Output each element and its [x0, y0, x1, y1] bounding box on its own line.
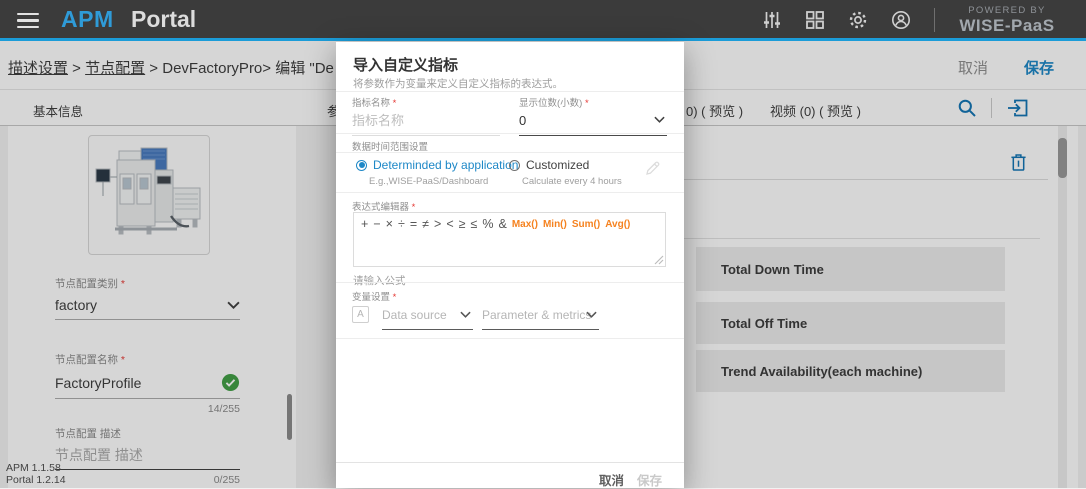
radio-determined-by-application[interactable]: Determinded by application [356, 158, 518, 172]
brand-portal: Portal [131, 6, 196, 33]
dialog-title: 导入自定义指标 [353, 54, 458, 75]
operator-equals[interactable]: = [410, 217, 417, 231]
radio-unselected-icon [509, 160, 520, 171]
gear-icon[interactable] [848, 10, 868, 30]
radio-customized[interactable]: Customized [509, 158, 589, 172]
radio-app-subtext: E.g.,WISE-PaaS/Dashboard [369, 176, 488, 187]
variable-letter-badge: A [352, 306, 369, 323]
radio-custom-subtext: Calculate every 4 hours [522, 176, 622, 187]
parameter-metrics-select[interactable]: Parameter & metrics [482, 308, 599, 330]
sync-section-title: 数据时间范围设置 [352, 139, 428, 153]
function-min[interactable]: Min() [543, 219, 567, 230]
divider [336, 152, 684, 153]
menu-icon[interactable] [17, 13, 39, 29]
operator-toolbar: + − × ÷ = ≠ > < ≥ ≤ % & Max() Min() Sum(… [354, 213, 665, 233]
operator-gte[interactable]: ≥ [459, 217, 466, 231]
operator-less[interactable]: < [446, 217, 453, 231]
divider [336, 133, 684, 134]
function-max[interactable]: Max() [512, 219, 538, 230]
operator-not-equal[interactable]: ≠ [422, 217, 429, 231]
app-header: APM Portal POWERED BY WISE-PaaS [0, 0, 1086, 41]
divider [336, 282, 684, 283]
chevron-down-icon [460, 311, 471, 318]
footer-divider [336, 462, 684, 463]
digits-field: 显示位数(小数) * 0 [519, 95, 667, 136]
metric-name-field: 指标名称 * [352, 95, 500, 136]
expression-editor: + − × ÷ = ≠ > < ≥ ≤ % & Max() Min() Sum(… [353, 212, 666, 267]
function-avg[interactable]: Avg() [605, 219, 630, 230]
dialog-cancel-button[interactable]: 取消 [599, 470, 624, 489]
chevron-down-icon [586, 311, 597, 318]
expression-section-title: 表达式编辑器 * [352, 199, 415, 213]
divider [336, 91, 684, 92]
metric-name-label: 指标名称 * [352, 95, 500, 109]
brand-apm: APM [61, 6, 114, 33]
dialog-save-button-disabled[interactable]: 保存 [637, 470, 662, 489]
edit-pencil-icon[interactable] [644, 160, 661, 177]
operator-greater[interactable]: > [434, 217, 441, 231]
operator-ampersand[interactable]: & [499, 217, 507, 231]
operator-multiply[interactable]: × [386, 217, 393, 231]
expression-input[interactable] [354, 235, 665, 266]
account-icon[interactable] [891, 10, 911, 30]
divider [336, 338, 684, 339]
function-sum[interactable]: Sum() [572, 219, 600, 230]
variable-section-title: 变量设置 * [352, 289, 396, 303]
operator-divide[interactable]: ÷ [398, 217, 405, 231]
chevron-down-icon [654, 116, 665, 123]
formula-hint: 请输入公式 [353, 273, 406, 288]
operator-plus[interactable]: + [361, 217, 368, 231]
tune-sliders-icon[interactable] [762, 10, 782, 30]
divider [336, 192, 684, 193]
digits-label: 显示位数(小数) * [519, 95, 667, 109]
powered-by: POWERED BY WISE-PaaS [956, 5, 1058, 36]
data-source-select[interactable]: Data source [382, 308, 473, 330]
import-custom-metric-dialog: 导入自定义指标 将参数作为变量来定义自定义指标的表达式。 指标名称 * 显示位数… [336, 42, 684, 488]
header-divider [934, 8, 935, 32]
operator-minus[interactable]: − [373, 217, 380, 231]
operator-lte[interactable]: ≤ [471, 217, 478, 231]
operator-percent[interactable]: % [482, 217, 493, 231]
metric-name-input[interactable] [352, 109, 500, 136]
resize-grip-icon[interactable] [654, 255, 664, 265]
digits-select[interactable]: 0 [519, 109, 667, 136]
apps-grid-icon[interactable] [805, 10, 825, 30]
radio-selected-icon [356, 160, 367, 171]
dialog-subtitle: 将参数作为变量来定义自定义指标的表达式。 [353, 76, 563, 91]
